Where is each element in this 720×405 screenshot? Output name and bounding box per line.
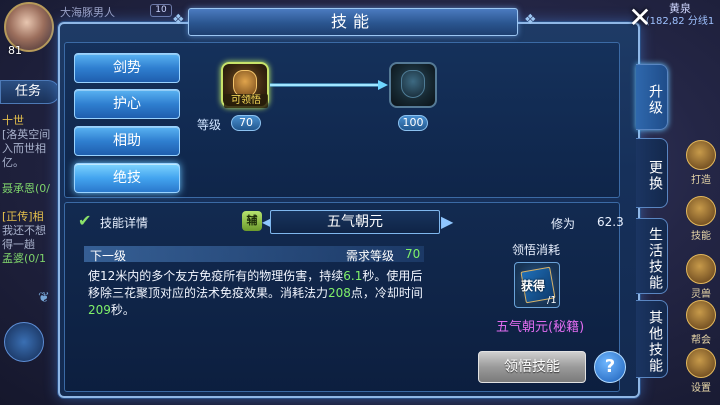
chevron-right-icon: ▶ xyxy=(441,212,454,231)
quest-line-text: 入而世相 xyxy=(2,142,46,155)
hud-function-icon xyxy=(686,196,716,226)
required-level-value: 70 xyxy=(405,247,421,261)
quest-line[interactable]: 十世 xyxy=(2,114,60,128)
level-label: 等级 xyxy=(197,118,222,132)
skill-book-name: 五气朝元(秘籍) xyxy=(496,320,585,335)
quest-line[interactable]: 我还不想 xyxy=(2,224,60,238)
cultivation-label: 修为 xyxy=(551,217,576,231)
hud-function-icon xyxy=(686,140,716,170)
hud-side-button-label: 打造 xyxy=(691,175,711,186)
player-name: 大海豚男人 xyxy=(60,6,115,19)
quest-tab[interactable]: 任务 xyxy=(0,80,60,104)
hud-side-button-label: 帮会 xyxy=(691,335,711,346)
butterfly-icon: ❦ xyxy=(38,290,50,306)
quest-line-text: [洛英空间 xyxy=(2,128,51,141)
hud-side-button-label: 技能 xyxy=(691,231,711,242)
hud-function-icon xyxy=(686,348,716,378)
category-huxin-button[interactable]: 护心 xyxy=(74,89,180,119)
player-tag: 10 xyxy=(150,4,172,17)
skill-name: 五气朝元 xyxy=(270,210,440,234)
title-left-ornament-icon: ❖ xyxy=(172,12,185,28)
hud-side-button[interactable]: 帮会 xyxy=(684,300,718,346)
category-jueji-button[interactable]: 绝技 xyxy=(74,163,180,193)
tab-upgrade[interactable]: 升级 xyxy=(636,64,668,130)
hud-side-button[interactable]: 技能 xyxy=(684,196,718,242)
obtain-tag: 获得 xyxy=(521,279,546,293)
quest-line[interactable]: 入而世相 xyxy=(2,142,60,156)
quest-line[interactable]: [洛英空间 xyxy=(2,128,60,142)
skill-description: 使12米内的多个友方免疫所有的物理伤害，持续6.1秒。使用后移除三花聚顶对应的法… xyxy=(88,269,423,317)
hud-side-button[interactable]: 灵兽 xyxy=(684,254,718,300)
skill-detail-label: 技能详情 xyxy=(100,216,149,230)
quest-line[interactable]: 聂承恩(0/ xyxy=(2,182,60,196)
player-level: 81 xyxy=(8,44,22,57)
quest-line[interactable]: [正传]相 xyxy=(2,210,60,224)
quest-line-text: [正传]相 xyxy=(2,210,44,223)
hud-side-button-label: 灵兽 xyxy=(691,289,711,300)
locked-skill-icon xyxy=(401,70,425,98)
required-level-label: 需求等级 xyxy=(346,249,395,263)
tab-other-skills[interactable]: 其他技能 xyxy=(636,300,668,378)
category-xiangzhu-button[interactable]: 相助 xyxy=(74,126,180,156)
hud-side-button[interactable]: 设置 xyxy=(684,348,718,394)
learnable-badge: 可领悟 xyxy=(224,94,268,108)
close-button[interactable]: ✕ xyxy=(625,4,655,34)
category-jianshi-button[interactable]: 剑势 xyxy=(74,53,180,83)
skill-link-arrow xyxy=(270,80,388,90)
node-2-level: 100 xyxy=(398,115,428,131)
learn-skill-button[interactable]: 领悟技能 xyxy=(478,351,586,383)
skill-book-slot[interactable]: 获得 /1 xyxy=(514,262,560,308)
quest-line[interactable]: 得一趟 xyxy=(2,238,60,252)
tab-replace[interactable]: 更换 xyxy=(636,138,668,208)
help-button[interactable]: ? xyxy=(594,351,626,383)
quest-line-text: 聂承恩(0/ xyxy=(2,182,50,195)
dialog-title: 技能 xyxy=(188,8,518,36)
node-1-level: 70 xyxy=(231,115,261,131)
hud-side-button[interactable]: 打造 xyxy=(684,140,718,186)
comprehend-cost-title: 领悟消耗 xyxy=(512,243,561,257)
hud-side-button-label: 设置 xyxy=(691,383,711,394)
quest-line-text: 孟婆(0/1 xyxy=(2,252,46,265)
title-right-ornament-icon: ❖ xyxy=(524,12,537,28)
cultivation-value: 62.3 xyxy=(597,215,624,229)
quest-line-text: 得一趟 xyxy=(2,238,35,251)
next-level-label: 下一级 xyxy=(90,249,127,263)
hud-function-icon xyxy=(686,254,716,284)
checkmark-icon: ✔ xyxy=(78,211,92,230)
quest-line-text: 我还不想 xyxy=(2,224,46,237)
joystick-icon[interactable] xyxy=(4,322,44,362)
item-count: /1 xyxy=(547,295,557,306)
quest-line-text: 亿。 xyxy=(2,156,24,169)
hud-function-icon xyxy=(686,300,716,330)
quest-line-text: 十世 xyxy=(2,114,24,127)
skill-node-locked[interactable] xyxy=(389,62,437,108)
quest-line[interactable]: 亿。 xyxy=(2,156,60,170)
tab-life-skills[interactable]: 生活技能 xyxy=(636,218,668,294)
support-type-badge: 辅 xyxy=(242,211,262,231)
quest-line[interactable]: 孟婆(0/1 xyxy=(2,252,60,266)
